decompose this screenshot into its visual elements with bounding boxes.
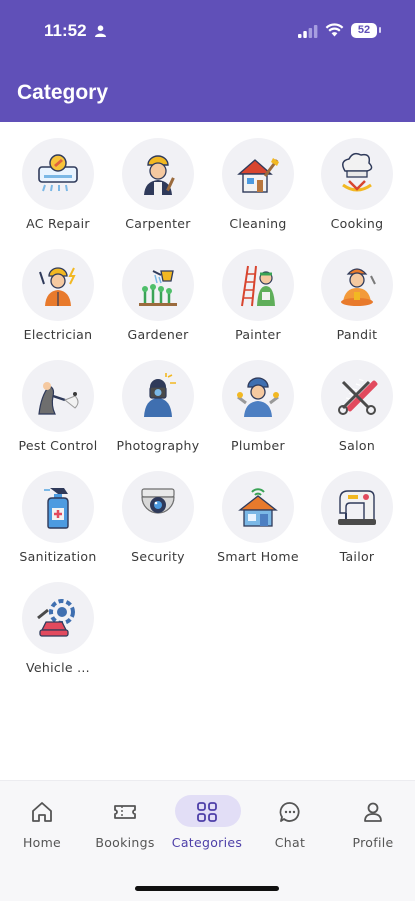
nav-categories[interactable]: Categories xyxy=(165,793,249,853)
category-label: AC Repair xyxy=(26,216,90,231)
smart-home-icon xyxy=(238,488,278,527)
security-icon xyxy=(141,488,175,514)
category-icon-circle xyxy=(222,471,294,543)
category-salon[interactable]: Salon xyxy=(307,344,407,453)
category-icon-circle xyxy=(22,471,94,543)
carpenter-icon xyxy=(144,155,175,195)
chat-icon xyxy=(279,802,300,822)
category-icon-circle xyxy=(222,249,294,321)
page-title: Category xyxy=(17,81,109,104)
wifi-icon xyxy=(325,23,344,37)
home-indicator xyxy=(135,886,279,891)
status-bar: 11:52 52 xyxy=(0,0,415,64)
person-icon xyxy=(364,802,382,822)
salon-icon xyxy=(338,378,378,415)
category-label: Cleaning xyxy=(229,216,287,231)
category-label: Electrician xyxy=(23,327,93,342)
category-gardener[interactable]: Gardener xyxy=(108,233,208,342)
category-label: Smart Home xyxy=(217,549,299,564)
nav-chat[interactable]: Chat xyxy=(248,793,332,853)
category-label: Security xyxy=(131,549,185,564)
category-painter[interactable]: Painter xyxy=(208,233,308,342)
category-icon-circle xyxy=(22,249,94,321)
category-tailor[interactable]: Tailor xyxy=(307,455,407,564)
nav-label: Categories xyxy=(171,835,243,850)
category-cleaning[interactable]: Cleaning xyxy=(208,122,308,231)
category-label: Photography xyxy=(116,438,200,453)
category-label: Pandit xyxy=(336,327,378,342)
category-icon-circle xyxy=(122,138,194,210)
home-icon xyxy=(32,802,52,822)
ticket-icon xyxy=(114,805,136,819)
vehicle-icon xyxy=(37,599,75,637)
ac-repair-icon xyxy=(38,154,78,192)
signal-icon xyxy=(298,25,318,38)
category-icon-circle xyxy=(22,582,94,654)
battery-cap xyxy=(379,27,381,33)
category-label: Painter xyxy=(235,327,281,342)
category-label: Sanitization xyxy=(19,549,97,564)
category-pest-control[interactable]: Pest Control xyxy=(8,344,108,453)
sanitization-icon xyxy=(44,488,69,529)
cooking-icon xyxy=(342,152,373,192)
nav-bookings[interactable]: Bookings xyxy=(83,793,167,853)
category-icon-circle xyxy=(321,138,393,210)
category-icon-circle xyxy=(22,138,94,210)
app-header: Category xyxy=(0,64,415,122)
gardener-icon xyxy=(139,270,177,306)
category-icon-circle xyxy=(22,360,94,432)
category-vehicle[interactable]: Vehicle ... xyxy=(8,566,108,675)
category-photography[interactable]: Photography xyxy=(108,344,208,453)
plumber-icon xyxy=(237,377,279,417)
nav-label: Bookings xyxy=(95,835,155,850)
category-icon-circle xyxy=(222,138,294,210)
nav-label: Profile xyxy=(352,835,394,850)
nav-label: Home xyxy=(22,835,62,850)
category-carpenter[interactable]: Carpenter xyxy=(108,122,208,231)
nav-profile[interactable]: Profile xyxy=(331,793,415,853)
category-electrician[interactable]: Electrician xyxy=(8,233,108,342)
category-label: Plumber xyxy=(231,438,285,453)
category-ac-repair[interactable]: AC Repair xyxy=(8,122,108,231)
status-time: 11:52 xyxy=(44,21,87,40)
pandit-icon xyxy=(341,268,376,306)
category-security[interactable]: Security xyxy=(108,455,208,564)
photography-icon xyxy=(144,373,176,417)
category-icon-circle xyxy=(321,249,393,321)
category-icon-circle xyxy=(321,360,393,432)
category-label: Cooking xyxy=(330,216,384,231)
category-label: Pest Control xyxy=(18,438,98,453)
bottom-navigation: Home Bookings Categories Chat Profile xyxy=(0,780,415,901)
battery-indicator: 52 xyxy=(351,23,377,38)
category-cooking[interactable]: Cooking xyxy=(307,122,407,231)
category-label: Vehicle ... xyxy=(26,660,90,675)
pest-control-icon xyxy=(38,382,79,415)
category-sanitization[interactable]: Sanitization xyxy=(8,455,108,564)
category-label: Gardener xyxy=(127,327,189,342)
category-icon-circle xyxy=(122,360,194,432)
nav-label: Chat xyxy=(274,835,306,850)
category-icon-circle xyxy=(122,249,194,321)
painter-icon xyxy=(241,265,275,307)
cleaning-icon xyxy=(237,158,279,193)
person-status-icon xyxy=(95,25,106,37)
tailor-icon xyxy=(338,490,376,525)
electrician-icon xyxy=(39,267,76,306)
nav-home[interactable]: Home xyxy=(0,793,84,853)
category-icon-circle xyxy=(122,471,194,543)
category-pandit[interactable]: Pandit xyxy=(307,233,407,342)
category-smart-home[interactable]: Smart Home xyxy=(208,455,308,564)
category-icon-circle xyxy=(321,471,393,543)
grid-icon xyxy=(197,802,217,822)
category-label: Salon xyxy=(338,438,376,453)
category-label: Carpenter xyxy=(125,216,191,231)
category-label: Tailor xyxy=(339,549,375,564)
category-icon-circle xyxy=(222,360,294,432)
category-plumber[interactable]: Plumber xyxy=(208,344,308,453)
